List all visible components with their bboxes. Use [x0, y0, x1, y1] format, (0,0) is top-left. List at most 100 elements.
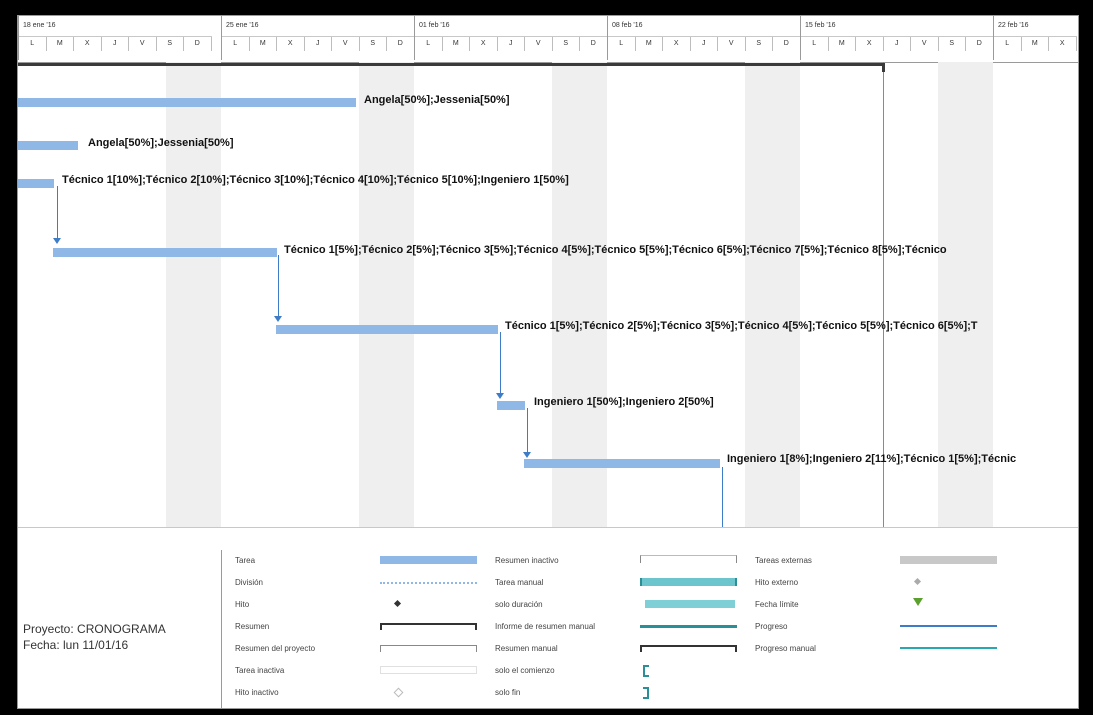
legend-label: Fecha límite: [755, 600, 799, 609]
split-symbol: [380, 582, 477, 584]
legend-item-solo-duracion: solo duración: [495, 596, 755, 616]
nonworking-time-shading: [166, 62, 221, 527]
legend-item-solo-fin: solo fin: [495, 684, 755, 704]
project-name: Proyecto: CRONOGRAMA: [23, 622, 166, 636]
legend-item-hito-inactivo: Hito inactivo: [235, 684, 495, 704]
legend-item-hito-externo: Hito externo: [755, 574, 1015, 594]
legend-label: Hito: [235, 600, 250, 609]
day-label: S: [746, 37, 773, 51]
legend-item-tarea-inactiva: Tarea inactiva: [235, 662, 495, 682]
day-label: S: [553, 37, 580, 51]
day-label: S: [157, 37, 184, 51]
legend-label: Informe de resumen manual: [495, 622, 596, 631]
day-label: X: [470, 37, 498, 51]
task-bar[interactable]: [524, 459, 720, 468]
legend-item-resumen-inactivo: Resumen inactivo: [495, 552, 755, 572]
legend-panel: Proyecto: CRONOGRAMA Fecha: lun 11/01/16…: [18, 550, 1078, 708]
day-label: J: [691, 37, 718, 51]
inactive-summary-symbol: [640, 555, 737, 563]
project-summary-bar[interactable]: [18, 63, 884, 66]
day-label: X: [1049, 37, 1077, 51]
legend-item-resumen: Resumen: [235, 618, 495, 638]
day-label: L: [608, 37, 636, 51]
legend-item-informe-resumen-manual: Informe de resumen manual: [495, 618, 755, 638]
day-row: L M X J V S D: [801, 36, 994, 53]
legend-item-resumen-proyecto: Resumen del proyecto: [235, 640, 495, 660]
gantt-chart-area: Angela[50%];Jessenia[50%] Angela[50%];Je…: [18, 62, 1078, 527]
external-milestone-icon: [913, 577, 922, 586]
legend-item-tarea: Tarea: [235, 552, 495, 572]
task-resource-label: Técnico 1[10%];Técnico 2[10%];Técnico 3[…: [62, 174, 569, 186]
day-label: L: [19, 37, 47, 51]
legend-label: Resumen inactivo: [495, 556, 559, 565]
summary-symbol: [380, 623, 477, 630]
day-row: L M X: [994, 36, 1077, 53]
day-label: D: [184, 37, 212, 51]
dependency-link: [278, 255, 279, 317]
task-resource-label: Ingeniero 1[50%];Ingeniero 2[50%]: [534, 396, 714, 408]
legend-label: Tarea: [235, 556, 256, 565]
day-label: V: [525, 37, 553, 51]
task-resource-label: Angela[50%];Jessenia[50%]: [364, 94, 510, 106]
day-label: L: [415, 37, 443, 51]
nonworking-time-shading: [359, 62, 414, 527]
day-label: M: [829, 37, 856, 51]
project-date: Fecha: lun 11/01/16: [23, 638, 129, 652]
task-resource-label: Ingeniero 1[8%];Ingeniero 2[11%];Técnico…: [727, 453, 1017, 465]
day-label: X: [277, 37, 305, 51]
day-label: J: [884, 37, 911, 51]
legend-item-progreso-manual: Progreso manual: [755, 640, 1015, 660]
milestone-icon: [393, 599, 402, 608]
week-label: 18 ene '16: [23, 22, 56, 29]
day-row: L M X J V S D: [19, 36, 212, 53]
task-bar[interactable]: [18, 98, 356, 107]
legend-label: Resumen: [235, 622, 270, 631]
start-only-icon: [643, 665, 649, 677]
task-bar[interactable]: [18, 141, 78, 150]
task-bar[interactable]: [53, 248, 277, 257]
task-bar[interactable]: [18, 179, 54, 188]
deadline-icon: [913, 598, 923, 606]
day-label: M: [47, 37, 74, 51]
legend-label: Resumen manual: [495, 644, 558, 653]
day-label: D: [773, 37, 801, 51]
dependency-link: [57, 186, 58, 239]
day-label: V: [129, 37, 157, 51]
timescale-week: 08 feb '16 L M X J V S D: [607, 16, 801, 60]
day-label: D: [966, 37, 994, 51]
legend-item-fecha-limite: Fecha límite: [755, 596, 1015, 616]
finish-only-icon: [643, 687, 649, 699]
week-label: 25 ene '16: [226, 22, 259, 29]
project-info: Proyecto: CRONOGRAMA Fecha: lun 11/01/16: [18, 550, 222, 708]
timescale-week: 25 ene '16 L M X J V S D: [221, 16, 415, 60]
inactive-milestone-icon: [393, 687, 404, 698]
day-label: L: [222, 37, 250, 51]
day-label: M: [443, 37, 470, 51]
week-label: 01 feb '16: [419, 22, 450, 29]
legend-item-solo-comienzo: solo el comienzo: [495, 662, 755, 682]
day-label: S: [360, 37, 387, 51]
empty-row: [18, 527, 1078, 551]
timescale-week: 01 feb '16 L M X J V S D: [414, 16, 608, 60]
legend-label: solo el comienzo: [495, 666, 555, 675]
timescale-week: 22 feb '16 L M X: [993, 16, 1078, 60]
gantt-view: 18 ene '16 L M X J V S D 25 ene '16 L M …: [17, 15, 1079, 709]
day-label: J: [102, 37, 129, 51]
day-label: V: [911, 37, 939, 51]
dependency-link: [500, 332, 501, 394]
task-bar[interactable]: [497, 401, 525, 410]
week-label: 22 feb '16: [998, 22, 1029, 29]
inactive-task-symbol: [380, 666, 477, 674]
dependency-arrow: [523, 452, 531, 458]
day-label: J: [498, 37, 525, 51]
week-label: 08 feb '16: [612, 22, 643, 29]
day-label: X: [74, 37, 102, 51]
day-row: L M X J V S D: [415, 36, 608, 53]
legend-label: División: [235, 578, 264, 587]
task-bar[interactable]: [276, 325, 498, 334]
manual-task-symbol: [640, 578, 737, 586]
legend-label: Resumen del proyecto: [235, 644, 316, 653]
manual-summary-rollup-symbol: [640, 625, 737, 628]
day-label: M: [636, 37, 663, 51]
project-summary-symbol: [380, 645, 477, 652]
